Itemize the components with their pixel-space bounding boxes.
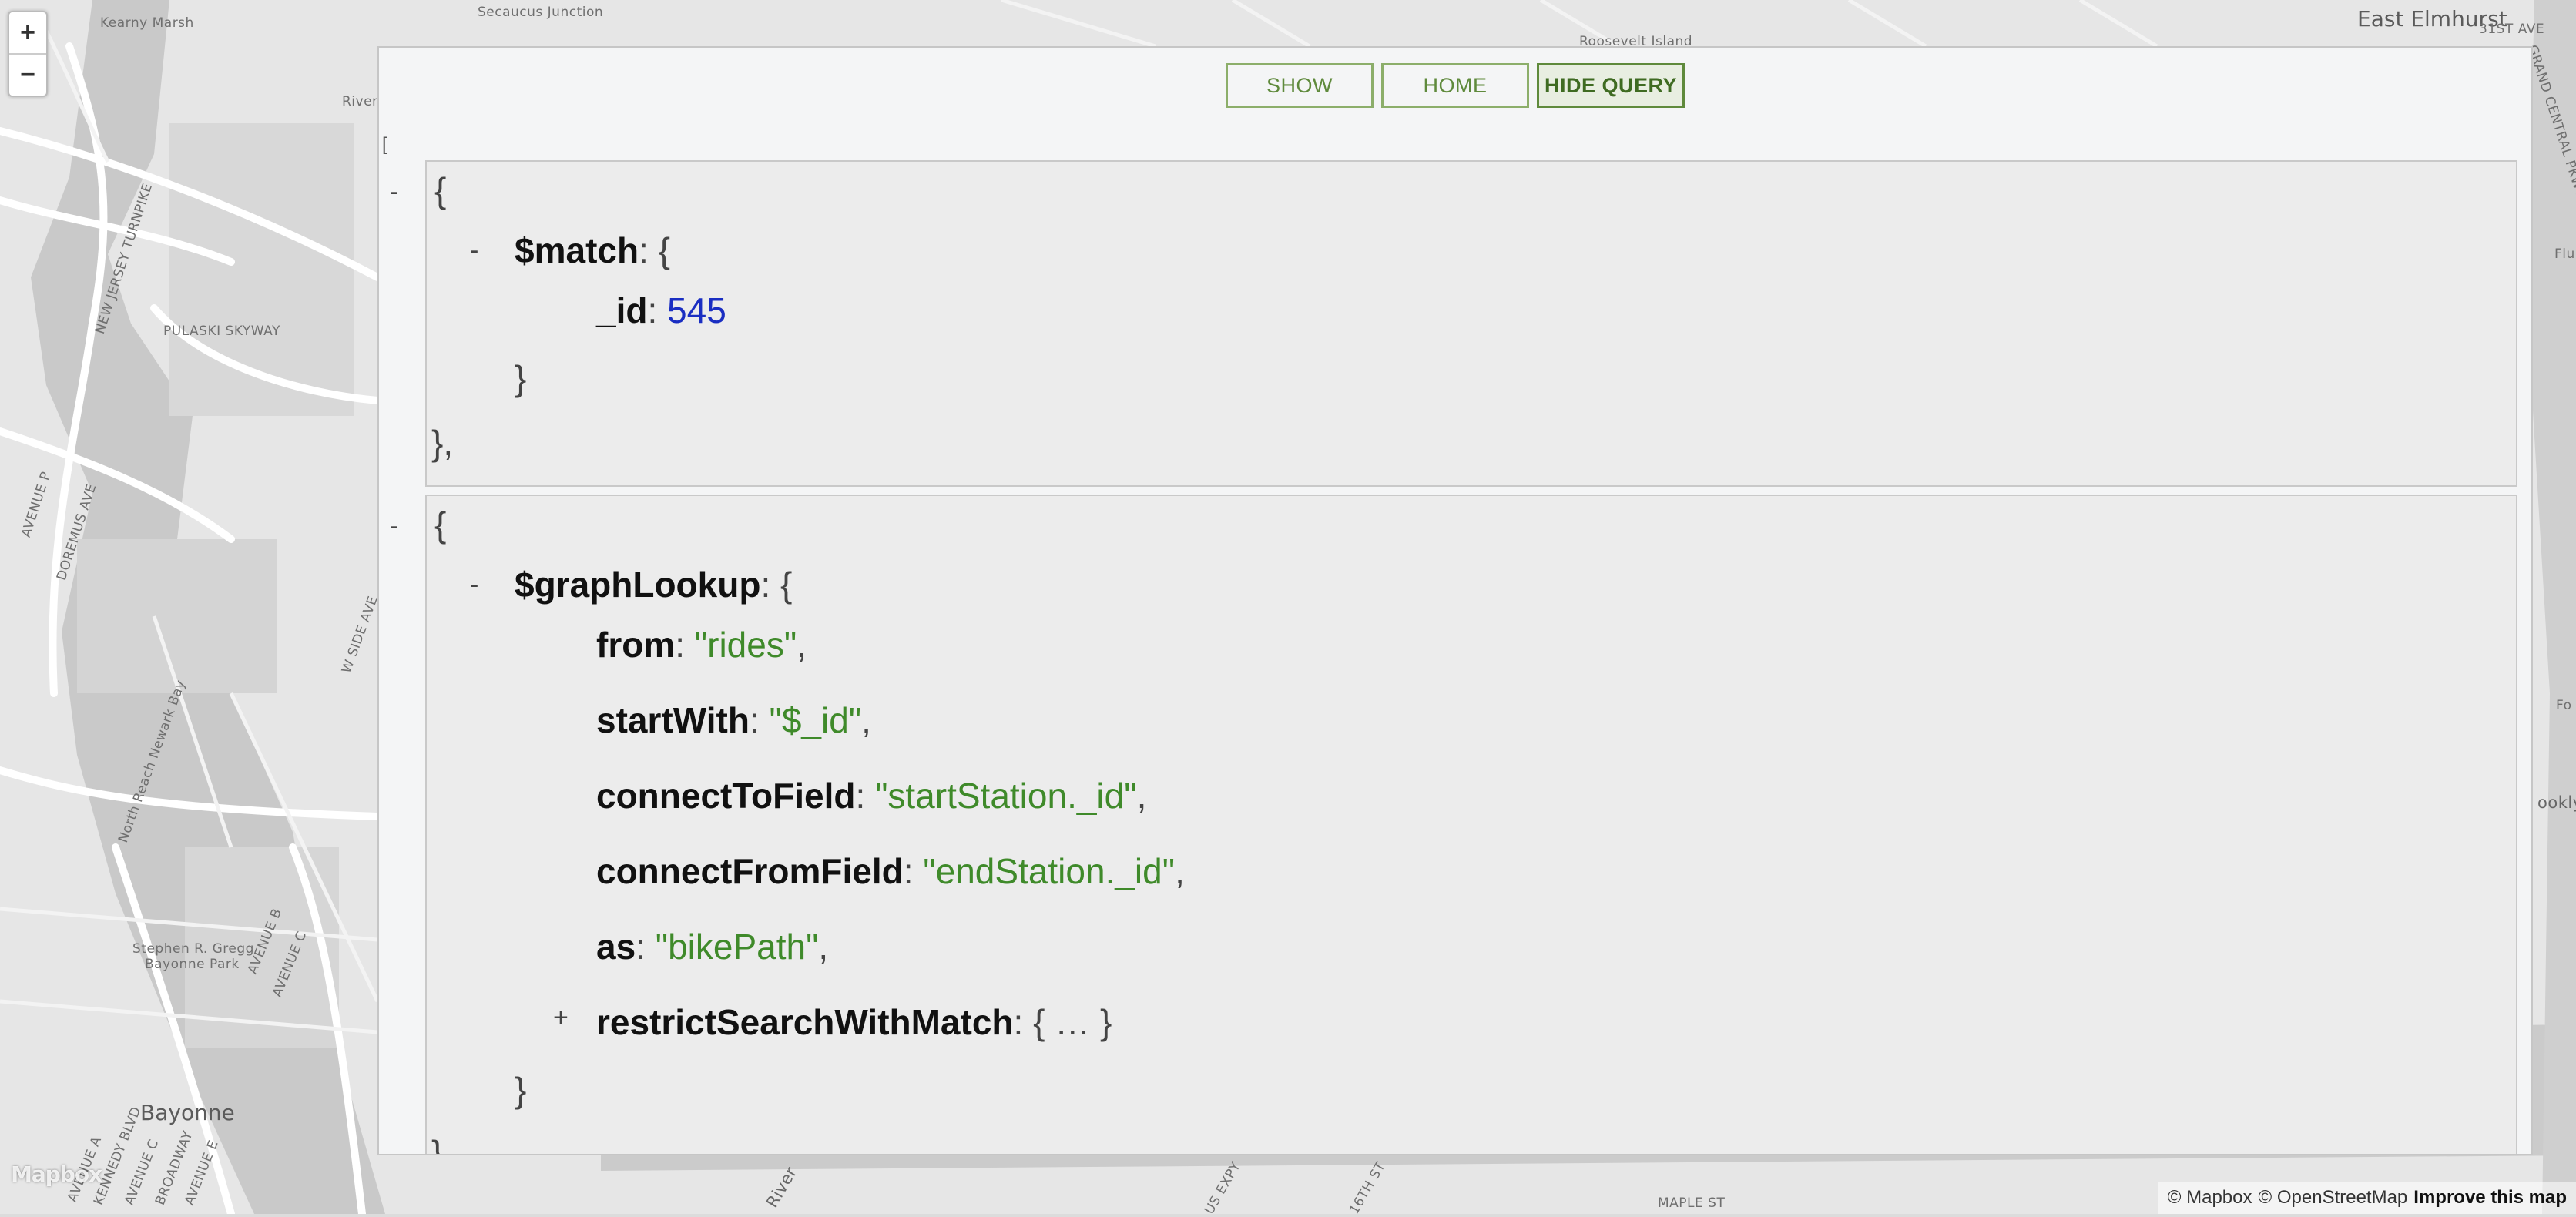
field-suffix: , <box>797 625 807 665</box>
stage1-collapse-toggle[interactable]: - <box>390 177 398 207</box>
match-id-colon: : <box>647 290 668 330</box>
graphlookup-close-brace: } <box>515 1070 527 1110</box>
zoom-control: + − <box>8 11 48 97</box>
stage-graphlookup: { - $graphLookup: { from: "rides", start… <box>425 495 2517 1155</box>
restrict-expand-toggle[interactable]: + <box>553 1003 569 1033</box>
map-label-maple-st: MAPLE ST <box>1658 1195 1726 1211</box>
graphlookup-field-as: as: "bikePath", <box>596 927 829 967</box>
map-label-kearny-marsh: Kearny Marsh <box>100 15 194 31</box>
stage2-close-brace: } <box>431 1133 444 1155</box>
match-id-line: _id: 545 <box>596 290 726 331</box>
field-suffix: , <box>861 700 871 740</box>
field-suffix: , <box>1175 851 1185 891</box>
attribution-osm-link[interactable]: © OpenStreetMap <box>2259 1187 2408 1209</box>
stage2-collapse-toggle[interactable]: - <box>390 511 398 541</box>
zoom-in-button[interactable]: + <box>9 12 46 53</box>
map-label-bayonne-park: Bayonne Park <box>145 957 240 972</box>
graphlookup-field-connecttofield: connectToField: "startStation._id", <box>596 776 1147 816</box>
field-value: "$_id" <box>769 700 862 740</box>
stage1-open-brace: { <box>434 170 447 210</box>
field-key: from <box>596 625 676 665</box>
field-key: startWith <box>596 700 750 740</box>
graphlookup-collapse-toggle[interactable]: - <box>470 570 478 600</box>
field-key: connectFromField <box>596 851 904 891</box>
restrict-collapsed-value[interactable]: : { … } <box>1014 1002 1112 1042</box>
match-operator-line: $match: { <box>515 230 670 271</box>
mapbox-logo[interactable]: Mapbox <box>11 1162 102 1187</box>
attribution-mapbox-link[interactable]: © Mapbox <box>2168 1187 2252 1209</box>
graphlookup-field-restrict: restrictSearchWithMatch: { … } <box>596 1001 1112 1043</box>
graphlookup-operator-open: : { <box>760 565 793 605</box>
map-label-brookly: ookly <box>2537 793 2576 812</box>
match-id-value: 545 <box>667 290 726 330</box>
graphlookup-operator-key: $graphLookup <box>515 565 761 605</box>
field-value: "bikePath" <box>655 927 819 967</box>
match-id-key: _id <box>596 290 648 330</box>
map-label-fo: Fo <box>2556 698 2572 713</box>
field-value: "rides" <box>694 625 797 665</box>
hide-query-button[interactable]: HIDE QUERY <box>1537 63 1685 108</box>
map-label-bayonne: Bayonne <box>140 1100 235 1125</box>
field-suffix: , <box>818 927 829 967</box>
map-label-31st-ave: 31ST AVE <box>2479 22 2545 37</box>
match-operator-open: : { <box>639 230 671 270</box>
stage2-open-brace: { <box>434 505 447 545</box>
graphlookup-field-from: from: "rides", <box>596 625 807 665</box>
panel-button-row: SHOW HOME HIDE QUERY <box>379 63 2531 108</box>
map-label-pulaski-skyway: PULASKI SKYWAY <box>163 324 280 339</box>
stage-match: { - $match: { _id: 545 } }, <box>425 160 2517 487</box>
match-collapse-toggle[interactable]: - <box>470 236 478 266</box>
match-operator-key: $match <box>515 230 639 270</box>
pipeline-open-bracket: [ <box>382 134 387 155</box>
graphlookup-operator-line: $graphLookup: { <box>515 564 792 605</box>
graphlookup-field-connectfromfield: connectFromField: "endStation._id", <box>596 851 1185 891</box>
stage1-close-brace: }, <box>431 423 454 463</box>
graphlookup-field-startwith: startWith: "$_id", <box>596 700 871 740</box>
improve-map-link[interactable]: Improve this map <box>2413 1187 2567 1209</box>
field-key: as <box>596 927 636 967</box>
field-key: connectToField <box>596 776 856 816</box>
field-suffix: , <box>1136 776 1147 816</box>
match-close-brace: } <box>515 358 527 398</box>
zoom-out-button[interactable]: − <box>9 53 46 96</box>
map-label-stephen-gregg: Stephen R. Gregg <box>132 941 254 957</box>
home-button[interactable]: HOME <box>1381 63 1529 108</box>
field-value: "startStation._id" <box>875 776 1137 816</box>
map-label-river: River <box>342 94 378 109</box>
show-button[interactable]: SHOW <box>1226 63 1374 108</box>
map-label-secaucus-junction: Secaucus Junction <box>478 5 604 20</box>
field-value: "endStation._id" <box>923 851 1176 891</box>
query-panel: SHOW HOME HIDE QUERY [ - { - $match: { _… <box>377 46 2533 1155</box>
map-label-flu: Flu <box>2554 246 2575 262</box>
restrict-key: restrictSearchWithMatch <box>596 1002 1014 1042</box>
map-attribution: © Mapbox © OpenStreetMap Improve this ma… <box>2158 1182 2576 1214</box>
